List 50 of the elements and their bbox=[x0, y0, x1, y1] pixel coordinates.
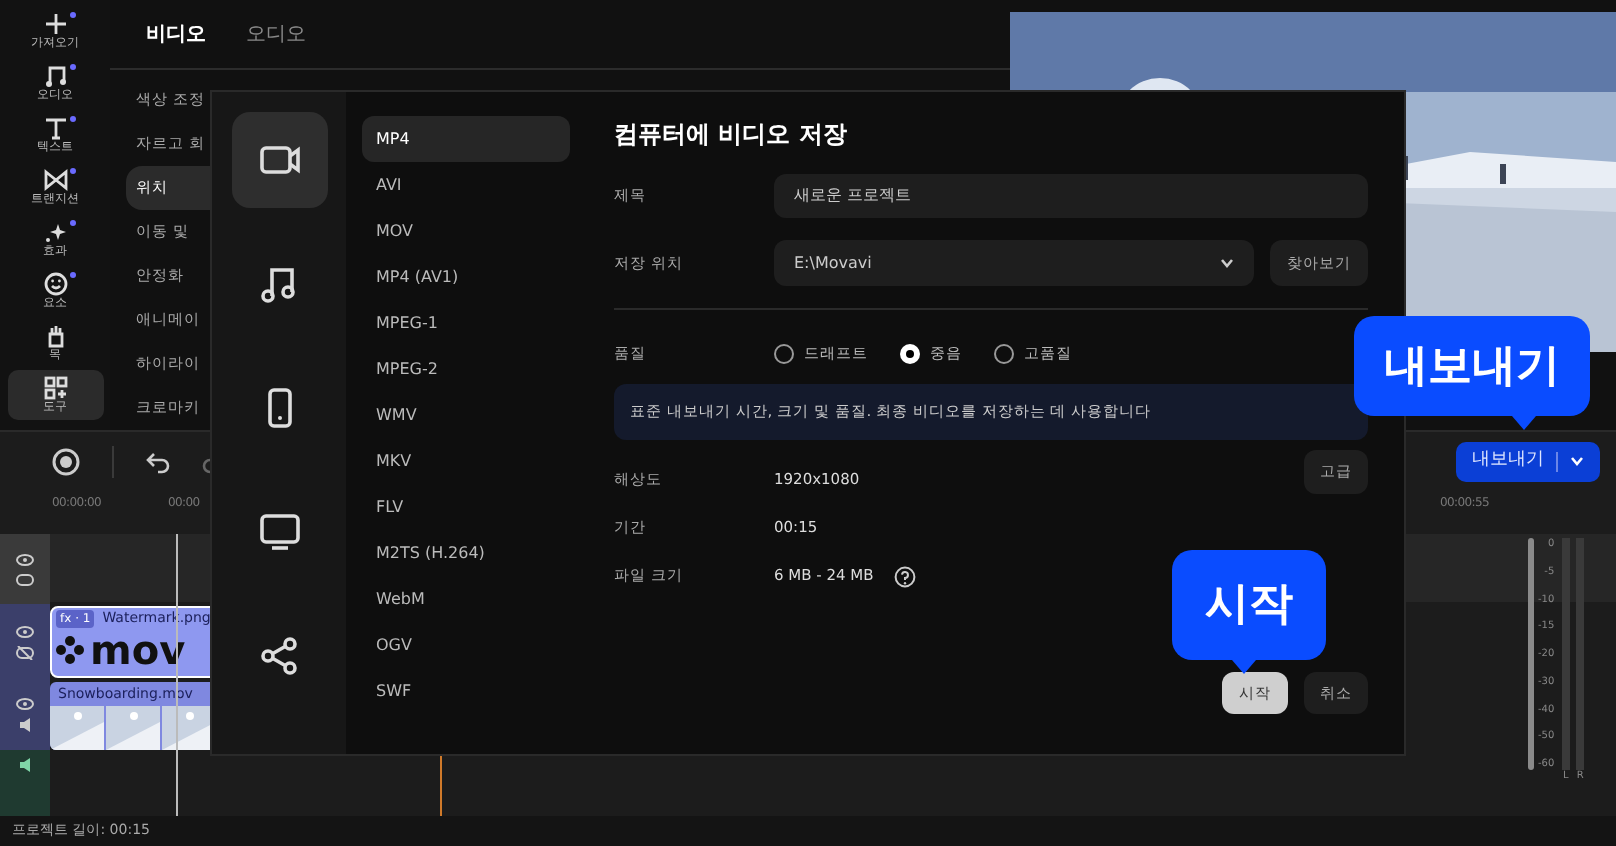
monitor-icon bbox=[257, 510, 301, 554]
format-item[interactable]: MP4 bbox=[362, 116, 570, 162]
format-item[interactable]: M2TS (H.264) bbox=[362, 530, 570, 576]
format-item[interactable]: SWF bbox=[362, 668, 570, 714]
export-button[interactable]: 내보내기 bbox=[1456, 441, 1600, 481]
format-item[interactable]: MP4 (AV1) bbox=[362, 254, 570, 300]
music-note-icon bbox=[257, 262, 301, 306]
smiley-icon bbox=[43, 271, 67, 295]
text-icon bbox=[43, 115, 67, 139]
link-icon[interactable] bbox=[16, 573, 34, 585]
sparkle-icon bbox=[43, 219, 67, 243]
callout-pointer bbox=[1232, 660, 1256, 674]
undo-icon[interactable] bbox=[146, 449, 170, 473]
plus-icon bbox=[43, 11, 67, 35]
dropdown-value: E:\Movavi bbox=[794, 251, 872, 275]
grid-icon bbox=[43, 375, 67, 399]
chevron-down-icon bbox=[1570, 456, 1584, 466]
chevron-down-icon bbox=[1220, 258, 1234, 268]
unlink-icon[interactable] bbox=[16, 645, 34, 659]
category-tab[interactable] bbox=[231, 112, 327, 208]
format-item[interactable]: MPEG-1 bbox=[362, 300, 570, 346]
record-icon[interactable] bbox=[52, 447, 80, 475]
callout: 내보내기 bbox=[1354, 316, 1590, 416]
speaker-icon[interactable] bbox=[17, 718, 33, 732]
format-item[interactable]: WMV bbox=[362, 392, 570, 438]
logo-text: mov bbox=[90, 629, 186, 669]
location-dropdown[interactable]: E:\Movavi bbox=[774, 240, 1254, 286]
help-icon[interactable] bbox=[893, 565, 916, 587]
format-item[interactable]: MPEG-2 bbox=[362, 346, 570, 392]
format-item[interactable]: OGV bbox=[362, 622, 570, 668]
dots-logo-icon bbox=[56, 635, 84, 663]
format-item[interactable]: AVI bbox=[362, 162, 570, 208]
speaker-icon[interactable] bbox=[17, 758, 33, 772]
panel-tab[interactable]: 비디오 bbox=[146, 19, 206, 49]
format-item[interactable]: MKV bbox=[362, 438, 570, 484]
eye-icon[interactable] bbox=[16, 698, 34, 710]
format-item[interactable]: WebM bbox=[362, 576, 570, 622]
title-field[interactable]: 새로운 프로젝트 bbox=[774, 173, 1368, 217]
format-item[interactable]: FLV bbox=[362, 484, 570, 530]
callout-pointer bbox=[1512, 416, 1536, 430]
eye-icon[interactable] bbox=[16, 625, 34, 637]
format-item[interactable]: MOV bbox=[362, 208, 570, 254]
music-note-icon bbox=[43, 63, 67, 87]
hand-icon bbox=[43, 323, 67, 347]
panel-tab[interactable]: 오디오 bbox=[246, 19, 306, 49]
bowtie-icon bbox=[43, 167, 67, 191]
eye-icon[interactable] bbox=[16, 553, 34, 565]
callout: 시작 bbox=[1172, 550, 1326, 660]
dialog-title: 컴퓨터에 비디오 저장 bbox=[614, 118, 849, 152]
share-icon bbox=[257, 634, 301, 678]
